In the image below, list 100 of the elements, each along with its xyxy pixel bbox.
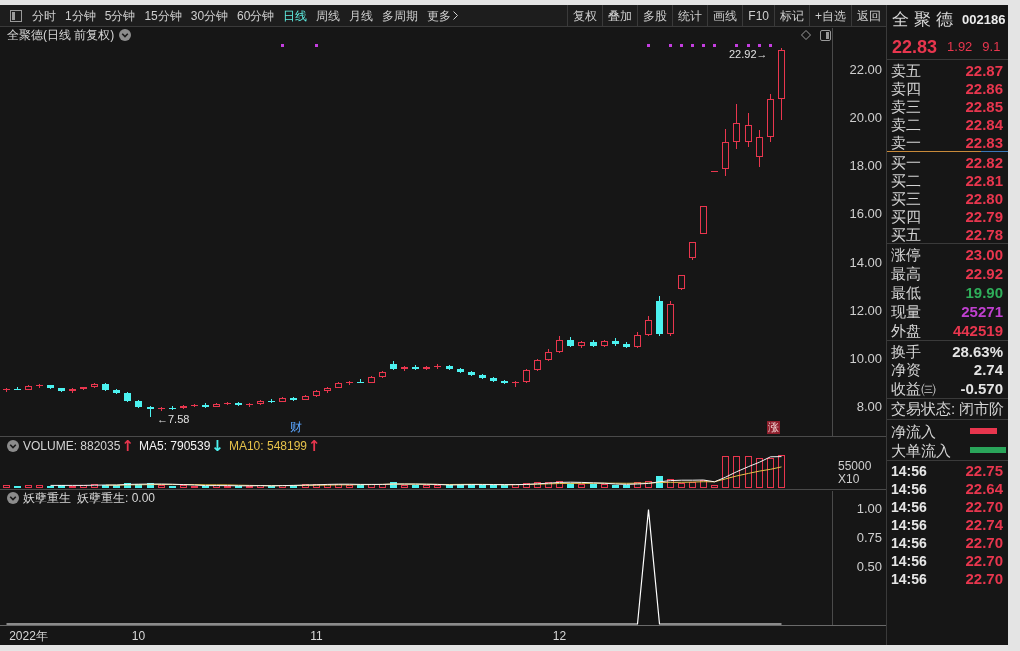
candle — [423, 365, 430, 371]
tick-time: 14:56 — [891, 570, 927, 587]
quote-value: 22.83 — [965, 133, 1003, 151]
stock-name: 全聚德 — [892, 10, 958, 30]
axis-label: 1.00 — [856, 502, 882, 517]
candle — [202, 402, 209, 409]
period-tab[interactable]: 分时 — [31, 7, 57, 24]
candle — [612, 337, 619, 347]
quote-label: 买四 — [891, 207, 921, 225]
axis-label: 12.00 — [849, 303, 882, 318]
quote-label: 外盘 — [891, 322, 921, 339]
candle — [689, 242, 696, 261]
date-axis-label: 10 — [131, 629, 146, 643]
toolbar-button[interactable]: 标记 — [774, 5, 809, 26]
quote-value: 22.87 — [965, 61, 1003, 79]
axis-label: 14.00 — [849, 255, 882, 270]
candle — [25, 384, 32, 390]
toolbar-button[interactable]: F10 — [742, 5, 774, 26]
quote-value: 2.74 — [973, 361, 1003, 379]
quote-label: 换手 — [891, 342, 921, 360]
candle — [246, 402, 253, 408]
quote-value: -0.570 — [960, 379, 1003, 397]
toolbar-button[interactable]: +自选 — [809, 5, 851, 26]
candle — [468, 370, 475, 377]
quote-label: 现量 — [891, 303, 921, 320]
chevron-down-circle-icon[interactable] — [119, 29, 132, 41]
quote-label: 收益㈢ — [891, 379, 936, 397]
period-tab[interactable]: 15分钟 — [143, 7, 183, 24]
candle — [700, 206, 707, 234]
quote-label: 涨停 — [891, 246, 921, 263]
candle — [601, 339, 608, 348]
chevron-down-circle-icon[interactable] — [7, 492, 19, 504]
period-tab[interactable]: 30分钟 — [189, 7, 230, 24]
date-axis-label: 11 — [310, 629, 323, 643]
candle — [147, 405, 154, 418]
candle — [102, 382, 109, 392]
tick-price: 22.74 — [965, 516, 1003, 533]
chevron-down-circle-icon[interactable] — [7, 439, 19, 452]
flow-label: 大单流入 — [891, 441, 951, 459]
quote-value: 28.63% — [952, 342, 1003, 360]
toolbar-button[interactable]: 叠加 — [602, 5, 638, 26]
tick-price: 22.75 — [965, 462, 1003, 479]
indicator-name: 妖孽重生 — [23, 491, 71, 505]
candle — [191, 403, 198, 408]
panel-toggle-icon[interactable] — [820, 29, 831, 41]
period-tab[interactable]: 周线 — [315, 7, 342, 24]
candle — [268, 398, 275, 404]
axis-label: 16.00 — [849, 207, 882, 222]
toolbar-button[interactable]: 复权 — [567, 5, 603, 26]
candle — [656, 295, 663, 337]
tick-price: 22.70 — [965, 552, 1003, 569]
quote-value: 442519 — [952, 322, 1003, 339]
candle — [91, 382, 98, 389]
trend-arrow: ↑ — [308, 438, 321, 453]
candle — [290, 396, 297, 402]
candle — [58, 387, 65, 393]
period-tab[interactable]: 1分钟 — [64, 7, 97, 24]
candle — [368, 375, 375, 383]
period-tab[interactable]: 60分钟 — [236, 7, 276, 24]
axis-label: 0.75 — [856, 531, 882, 546]
period-tab[interactable]: 日线 — [282, 7, 309, 24]
quote-label: 最高 — [891, 265, 921, 282]
candle — [357, 378, 364, 384]
chevron-right-icon — [453, 11, 459, 20]
toolbar-button[interactable]: 统计 — [672, 5, 708, 26]
quote-label: 卖四 — [891, 79, 921, 97]
tick-time: 14:56 — [891, 462, 927, 479]
period-tab[interactable]: 更多 — [426, 7, 460, 24]
stock-code: 002186 — [962, 12, 1006, 28]
period-tab[interactable]: 5分钟 — [103, 7, 137, 24]
candle — [667, 300, 674, 337]
tick-time: 14:56 — [891, 552, 927, 569]
date-axis-label: 12 — [552, 629, 567, 643]
diamond-icon[interactable] — [801, 30, 811, 40]
event-tag: 涨 — [767, 421, 780, 434]
event-label: 财 — [290, 421, 302, 434]
tick-price: 22.64 — [965, 480, 1003, 497]
candle — [756, 129, 763, 168]
last-price: 22.83 — [892, 37, 938, 57]
trade-status: 交易状态: 闭市阶 — [891, 400, 1005, 417]
candle — [645, 315, 652, 337]
price-change: 1.92 — [947, 39, 973, 55]
quote-value: 22.86 — [965, 79, 1003, 97]
candle — [169, 405, 176, 411]
axis-label: 18.00 — [849, 159, 882, 174]
quote-value: 22.84 — [965, 115, 1003, 133]
quote-value: 22.79 — [965, 207, 1003, 225]
toolbar-button[interactable]: 多股 — [637, 5, 673, 26]
axis-label: X10 — [838, 473, 861, 486]
sidebar-toggle-icon[interactable] — [10, 9, 22, 22]
candle — [158, 406, 165, 412]
tick-time: 14:56 — [891, 516, 927, 533]
quote-label: 买五 — [891, 225, 921, 243]
period-tab[interactable]: 月线 — [348, 7, 375, 24]
toolbar-button[interactable]: 画线 — [707, 5, 743, 26]
candle — [512, 380, 519, 388]
period-tab[interactable]: 多周期 — [381, 7, 420, 24]
candle — [379, 370, 386, 379]
candle — [545, 348, 552, 362]
quote-label: 卖五 — [891, 61, 921, 79]
